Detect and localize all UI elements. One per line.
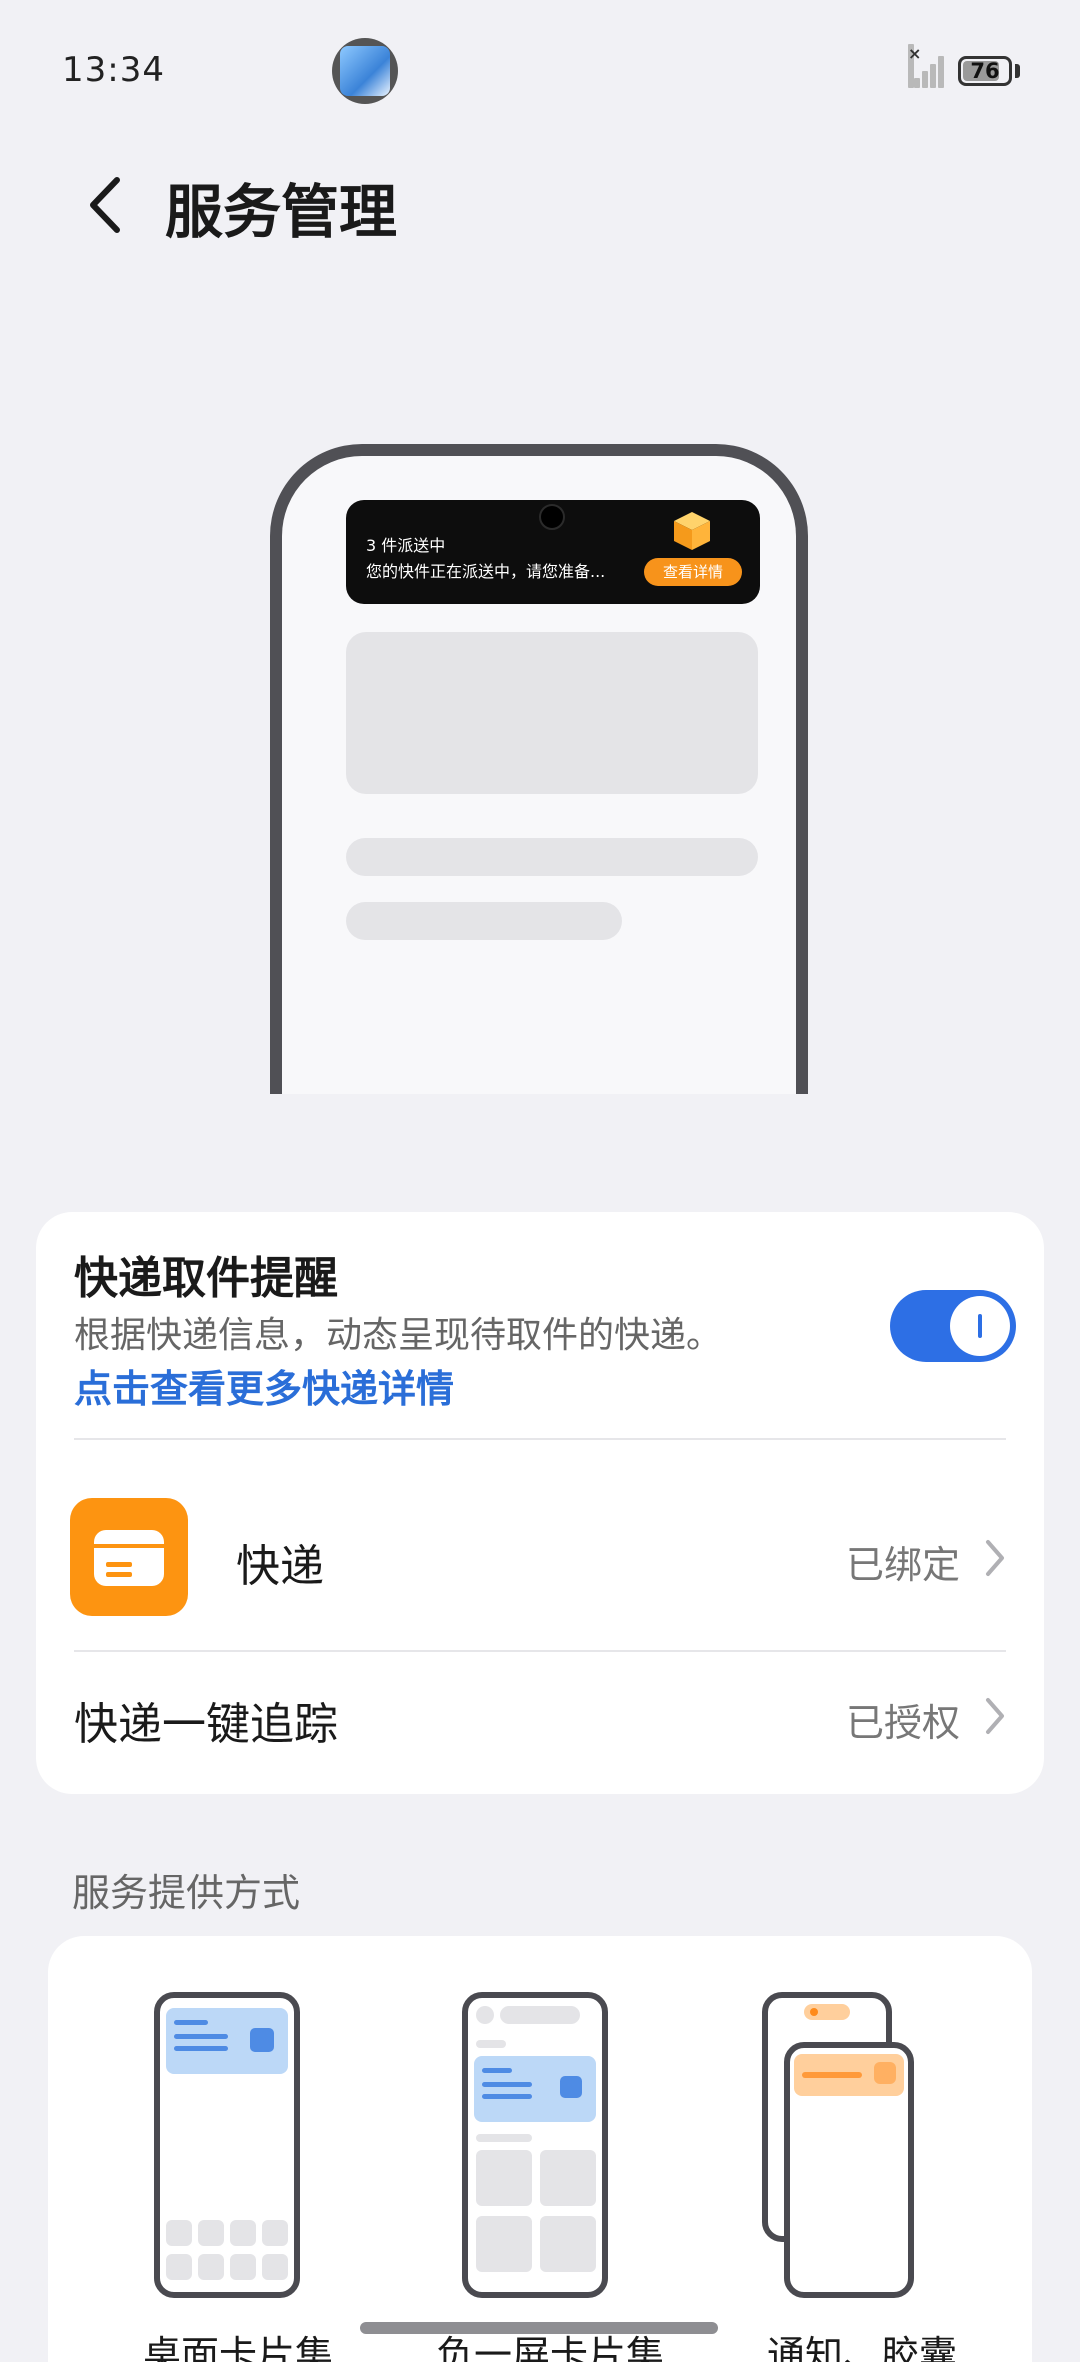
notification-title: 3 件派送中: [366, 536, 446, 555]
toggle-knob: [950, 1296, 1010, 1356]
express-settings-card: 快递取件提醒 根据快递信息，动态呈现待取件的快递。 点击查看更多快递详情 快递 …: [36, 1212, 1044, 1794]
notification-capsule: 3 件派送中 您的快件正在派送中，请您准备... 查看详情: [346, 500, 760, 604]
page-title: 服务管理: [165, 178, 398, 246]
status-time: 13:34: [62, 50, 165, 90]
section-title: 服务提供方式: [72, 1871, 301, 1915]
package-icon: [70, 1498, 188, 1616]
tracking-service-row[interactable]: 快递一键追踪 已授权: [36, 1652, 1044, 1792]
battery-icon: 76: [958, 56, 1012, 86]
mode-desktop-cards[interactable]: 桌面卡片集: [102, 1992, 333, 2362]
reminder-title: 快递取件提醒: [74, 1253, 338, 1304]
reminder-description: 根据快递信息，动态呈现待取件的快递。: [74, 1315, 723, 1356]
more-details-link[interactable]: 点击查看更多快递详情: [74, 1358, 454, 1413]
view-details-button: 查看详情: [644, 558, 742, 586]
notification-text: 您的快件正在派送中，请您准备...: [366, 562, 606, 581]
camera-cutout: [539, 504, 565, 530]
divider: [74, 1438, 1006, 1440]
express-label: 快递: [236, 1541, 324, 1592]
mode-label: 桌面卡片集: [142, 2333, 333, 2362]
phone-preview-illustration: 3 件派送中 您的快件正在派送中，请您准备... 查看详情: [270, 444, 808, 1094]
notification-front-phone: [784, 2042, 914, 2298]
signal-icon: ×: [908, 44, 948, 88]
package-icon: [674, 512, 710, 550]
mode-notification-capsule[interactable]: 通知、胶囊: [718, 1992, 957, 2362]
express-service-row[interactable]: 快递 已绑定: [36, 1480, 1044, 1640]
app-icon: [332, 38, 398, 104]
chevron-right-icon: [986, 1540, 1004, 1576]
phone-frame: 3 件派送中 您的快件正在派送中，请您准备... 查看详情: [270, 444, 808, 1094]
reminder-toggle[interactable]: [890, 1290, 1016, 1362]
tracking-label: 快递一键追踪: [74, 1699, 338, 1750]
home-indicator[interactable]: [360, 2322, 718, 2334]
mode-label: 通知、胶囊: [766, 2333, 957, 2362]
battery-level: 76: [970, 59, 1000, 83]
express-status: 已绑定: [845, 1543, 960, 1587]
service-modes-card: 桌面卡片集 负一屏卡片集 通知、胶囊: [48, 1936, 1032, 2362]
chevron-right-icon: [986, 1698, 1004, 1734]
tracking-status: 已授权: [845, 1701, 960, 1745]
desktop-cards-illustration: [154, 1992, 300, 2298]
mode-minus-one-screen[interactable]: 负一屏卡片集: [410, 1992, 664, 2362]
back-button[interactable]: [70, 160, 140, 250]
status-bar: 13:34 × 76: [0, 0, 1080, 140]
minus-one-screen-illustration: [462, 1992, 608, 2298]
chevron-left-icon: [90, 177, 120, 233]
